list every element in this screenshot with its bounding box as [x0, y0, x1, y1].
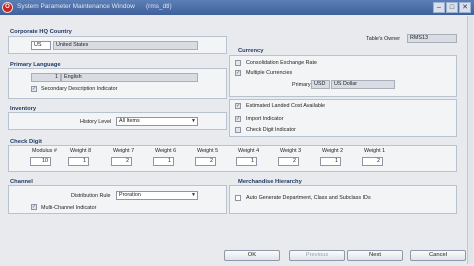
history-level-label: History Level [80, 119, 112, 125]
check-digit-label-6: Weight 3 [280, 148, 302, 154]
landed-cost-label: Estimated Landed Cost Available [246, 103, 326, 109]
currency-title: Currency [238, 48, 264, 54]
primary-currency-code-field: USD [311, 80, 330, 89]
check-digit-field-5[interactable]: 1 [236, 157, 257, 166]
hq-country-code-field[interactable]: US [31, 41, 51, 50]
multi-channel-checkbox[interactable]: ✓ [31, 204, 37, 210]
check-digit-label-3: Weight 6 [155, 148, 177, 154]
check-digit-label-2: Weight 7 [113, 148, 135, 154]
check-digit-field-7[interactable]: 1 [320, 157, 341, 166]
import-indicator-label: Import Indicator [246, 116, 284, 122]
check-digit-field-0[interactable]: 10 [30, 157, 51, 166]
check-digit-field-8[interactable]: 2 [362, 157, 383, 166]
chevron-down-icon: ▼ [191, 118, 196, 124]
history-level-value: All Items [119, 118, 140, 124]
distribution-rule-dropdown[interactable]: Proration ▼ [116, 191, 198, 200]
consolidation-rate-checkbox[interactable] [235, 60, 241, 66]
inventory-title: Inventory [10, 106, 37, 112]
table-owner-field: RMS13 [407, 34, 457, 43]
primary-currency-name-field: US Dollar [331, 80, 395, 89]
check-digit-label-7: Weight 2 [322, 148, 344, 154]
corporate-hq-title: Corporate HQ Country [10, 29, 72, 35]
distribution-rule-label: Distribution Rule [71, 193, 111, 199]
table-owner-label: Table's Owner [366, 36, 400, 42]
primary-currency-label: Primary [292, 82, 311, 88]
primary-language-title: Primary Language [10, 62, 61, 68]
check-digit-title: Check Digit [10, 139, 42, 145]
hq-country-name-field: United States [53, 41, 198, 50]
channel-title: Channel [10, 179, 33, 185]
consolidation-rate-label: Consolidation Exchange Rate [246, 60, 318, 66]
secondary-description-label: Secondary Description Indicator [41, 86, 118, 92]
check-digit-field-2[interactable]: 2 [111, 157, 132, 166]
oracle-app-icon: O [2, 2, 13, 13]
history-level-dropdown[interactable]: All Items ▼ [116, 117, 198, 126]
title-bar: O System Parameter Maintenance Window (r… [0, 0, 474, 15]
check-digit-field-4[interactable]: 2 [195, 157, 216, 166]
auto-generate-ids-checkbox[interactable] [235, 195, 241, 201]
distribution-rule-value: Proration [119, 192, 141, 198]
landed-cost-checkbox[interactable]: ✓ [235, 103, 241, 109]
chevron-down-icon: ▼ [191, 192, 196, 198]
ok-button[interactable]: OK [224, 250, 280, 261]
check-digit-indicator-label: Check Digit Indicator [246, 127, 296, 133]
import-indicator-checkbox[interactable]: ✓ [235, 116, 241, 122]
cancel-button[interactable]: Cancel [410, 250, 466, 261]
check-digit-field-3[interactable]: 1 [153, 157, 174, 166]
multiple-currencies-label: Multiple Currencies [246, 70, 293, 76]
check-digit-field-6[interactable]: 2 [278, 157, 299, 166]
maximize-button[interactable]: □ [446, 2, 458, 13]
check-digit-label-5: Weight 4 [238, 148, 260, 154]
multi-channel-label: Multi-Channel Indicator [41, 205, 97, 211]
auto-generate-ids-label: Auto Generate Department, Class and Subc… [246, 195, 371, 201]
check-digit-indicator-checkbox[interactable] [235, 127, 241, 133]
vertical-scrollbar[interactable] [467, 16, 473, 264]
language-name-field: English [61, 73, 198, 82]
check-digit-label-1: Weight 8 [70, 148, 92, 154]
close-button[interactable]: ✕ [459, 2, 471, 13]
merch-hierarchy-title: Merchandise Hierarchy [238, 179, 302, 185]
next-button[interactable]: Next [347, 250, 403, 261]
window-title: System Parameter Maintenance Window [17, 3, 135, 10]
check-digit-label-0: Modulus # [32, 148, 57, 154]
window-subtitle: (rms_dtl) [146, 3, 172, 10]
minimize-button[interactable]: – [433, 2, 445, 13]
check-digit-label-8: Weight 1 [364, 148, 386, 154]
check-digit-field-1[interactable]: 1 [68, 157, 89, 166]
language-code-field: 1 [31, 73, 61, 82]
check-digit-label-4: Weight 5 [197, 148, 219, 154]
previous-button[interactable]: Previous [289, 250, 345, 261]
multiple-currencies-checkbox[interactable]: ✓ [235, 70, 241, 76]
secondary-description-checkbox[interactable]: ✓ [31, 86, 37, 92]
